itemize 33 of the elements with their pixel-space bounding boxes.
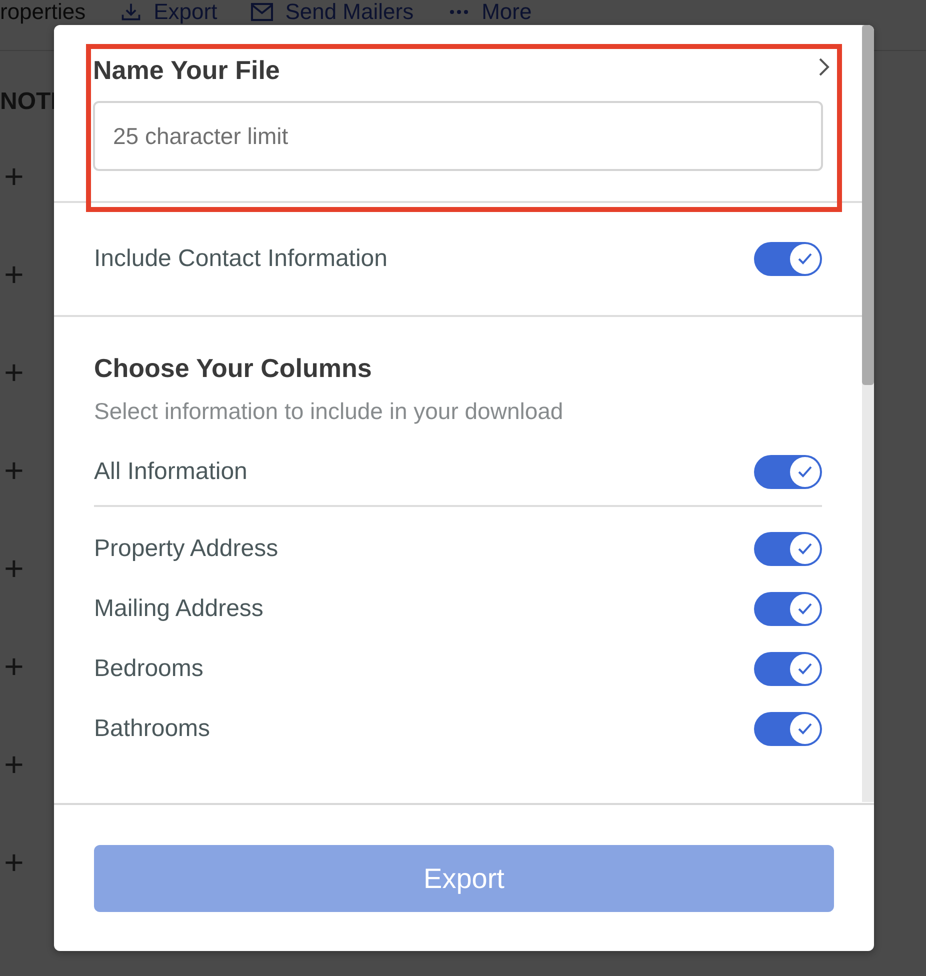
toolbar-link[interactable]: More (448, 0, 532, 24)
page-title: roperties (0, 0, 86, 24)
add-button[interactable]: + (4, 356, 24, 390)
file-name-field[interactable]: 25 character limit (93, 101, 823, 171)
toggle-switch[interactable] (754, 532, 822, 566)
scrollbar[interactable] (862, 25, 874, 802)
toggle-switch[interactable] (754, 242, 822, 276)
toolbar-link[interactable]: Send Mailers (251, 0, 414, 24)
add-button[interactable]: + (4, 160, 24, 194)
add-button[interactable]: + (4, 748, 24, 782)
toggle-switch[interactable] (754, 652, 822, 686)
download-icon (120, 1, 142, 23)
toggle-switch[interactable] (754, 592, 822, 626)
add-button[interactable]: + (4, 552, 24, 586)
add-button[interactable]: + (4, 258, 24, 292)
add-button[interactable]: + (4, 454, 24, 488)
toggle-switch[interactable] (754, 712, 822, 746)
option-label: Bathrooms (94, 715, 210, 743)
section-title: Choose Your Columns (94, 353, 373, 384)
chevron-icon[interactable] (818, 57, 830, 77)
option-label: Include Contact Information (94, 245, 388, 273)
option-label: All Information (94, 458, 248, 486)
more-icon (448, 9, 470, 15)
section-subtitle: Select information to include in your download (94, 398, 564, 425)
toggle-switch[interactable] (754, 455, 822, 489)
add-button[interactable]: + (4, 846, 24, 880)
toolbar-link[interactable]: Export (120, 0, 218, 24)
option-label: Property Address (94, 535, 278, 563)
mail-icon (251, 3, 274, 21)
dialog-title: Name Your File (93, 55, 280, 86)
option-label: Mailing Address (94, 595, 264, 623)
add-button[interactable]: + (4, 650, 24, 684)
option-label: Bedrooms (94, 655, 204, 683)
